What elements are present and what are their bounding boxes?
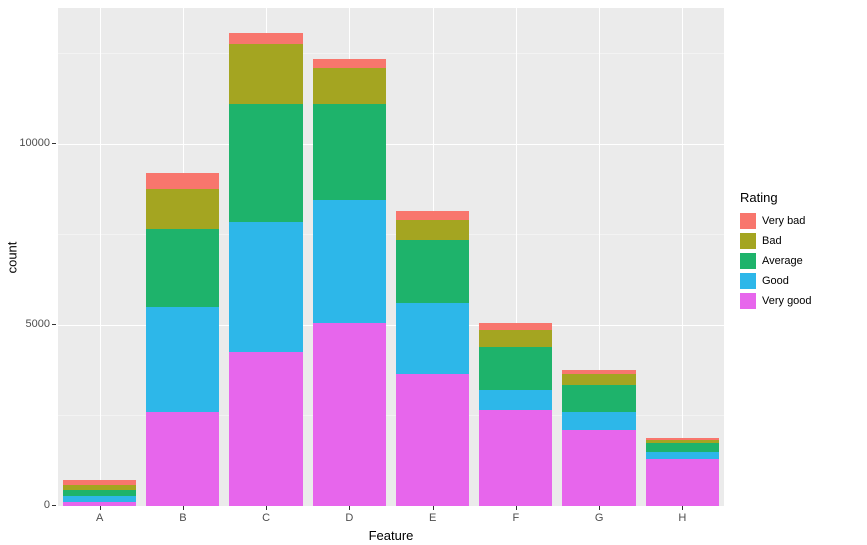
bar-segment [63, 485, 136, 490]
bar-segment [479, 330, 552, 346]
bar-segment [313, 104, 386, 200]
x-tick-label: E [403, 512, 463, 524]
bar-segment [146, 412, 219, 506]
bar-segment [396, 303, 469, 374]
bar-segment [562, 385, 635, 412]
x-tick-label: B [153, 512, 213, 524]
bar-segment [229, 104, 302, 222]
bar-H [646, 8, 719, 506]
bar-A [63, 8, 136, 506]
legend-item: Bad [740, 231, 860, 251]
x-tick-label: F [486, 512, 546, 524]
bar-segment [396, 374, 469, 506]
legend-label: Bad [762, 235, 782, 247]
x-tick-label: C [236, 512, 296, 524]
legend-label: Good [762, 275, 789, 287]
legend-swatch [740, 253, 756, 269]
bar-segment [146, 173, 219, 189]
bar-segment [229, 352, 302, 506]
bar-F [479, 8, 552, 506]
bar-segment [229, 222, 302, 352]
legend-swatch [740, 233, 756, 249]
bar-segment [146, 229, 219, 307]
legend-swatch [740, 273, 756, 289]
bar-C [229, 8, 302, 506]
bar-segment [396, 220, 469, 240]
y-axis-label-text: count [5, 241, 20, 273]
bar-segment [479, 323, 552, 330]
stacked-bar-chart: count 0 5000 10000 A B C D E F G H Feature Rating… [0, 0, 867, 545]
x-tick-label: A [70, 512, 130, 524]
x-tick-label: G [569, 512, 629, 524]
bar-segment [313, 200, 386, 323]
bar-segment [646, 438, 719, 440]
bar-G [562, 8, 635, 506]
bar-B [146, 8, 219, 506]
bar-segment [479, 390, 552, 410]
bar-segment [313, 68, 386, 104]
bar-segment [229, 33, 302, 44]
legend-item: Very bad [740, 211, 860, 231]
bar-segment [479, 410, 552, 506]
bar-segment [63, 480, 136, 485]
y-tick-label: 0 [0, 499, 50, 511]
y-tick-label: 5000 [0, 318, 50, 330]
plot-area [58, 8, 724, 506]
bar-E [396, 8, 469, 506]
bar-segment [229, 44, 302, 104]
x-tick-label: H [652, 512, 712, 524]
legend: Rating Very bad Bad Average Good Very good [740, 190, 860, 311]
bar-segment [646, 440, 719, 443]
x-axis-label: Feature [58, 528, 724, 543]
legend-item: Very good [740, 291, 860, 311]
legend-items: Very bad Bad Average Good Very good [740, 211, 860, 311]
bar-segment [313, 59, 386, 68]
bar-segment [646, 452, 719, 459]
bar-segment [562, 430, 635, 506]
bar-segment [562, 412, 635, 430]
bar-segment [63, 496, 136, 502]
bar-segment [479, 347, 552, 390]
bar-segment [646, 459, 719, 506]
legend-item: Good [740, 271, 860, 291]
bar-segment [146, 307, 219, 412]
legend-swatch [740, 213, 756, 229]
legend-label: Very good [762, 295, 812, 307]
bar-segment [646, 443, 719, 452]
x-axis-label-text: Feature [369, 528, 414, 543]
bar-D [313, 8, 386, 506]
bar-segment [396, 211, 469, 220]
bar-segment [396, 240, 469, 303]
y-tick-label: 10000 [0, 137, 50, 149]
bar-segment [146, 189, 219, 229]
legend-label: Very bad [762, 215, 805, 227]
legend-swatch [740, 293, 756, 309]
legend-title: Rating [740, 190, 860, 205]
legend-label: Average [762, 255, 803, 267]
bar-segment [562, 370, 635, 374]
bar-segment [63, 490, 136, 496]
bar-segment [313, 323, 386, 506]
bar-segment [562, 374, 635, 385]
x-tick-label: D [319, 512, 379, 524]
y-axis-label: count [4, 8, 20, 506]
legend-item: Average [740, 251, 860, 271]
